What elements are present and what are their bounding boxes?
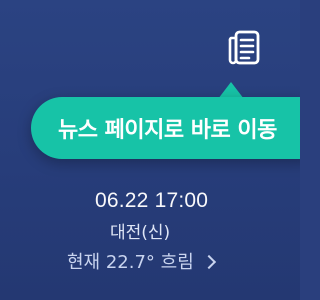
observation-datetime: 06.22 17:00 xyxy=(95,189,209,212)
news-tooltip[interactable]: 뉴스 페이지로 바로 이동 xyxy=(31,97,300,159)
chevron-right-icon xyxy=(201,254,216,269)
tooltip-label: 뉴스 페이지로 바로 이동 xyxy=(58,118,277,143)
weather-screen: 뉴스 페이지로 바로 이동 06.22 17:00 대전(신) 현재 22.7°… xyxy=(0,0,300,300)
current-weather-link[interactable]: 현재 22.7° 흐림 xyxy=(67,248,216,274)
current-weather-text: 현재 22.7° 흐림 xyxy=(67,252,194,273)
observation-location: 대전(신) xyxy=(110,223,171,243)
news-document-icon xyxy=(228,30,260,65)
news-button[interactable] xyxy=(222,26,266,70)
